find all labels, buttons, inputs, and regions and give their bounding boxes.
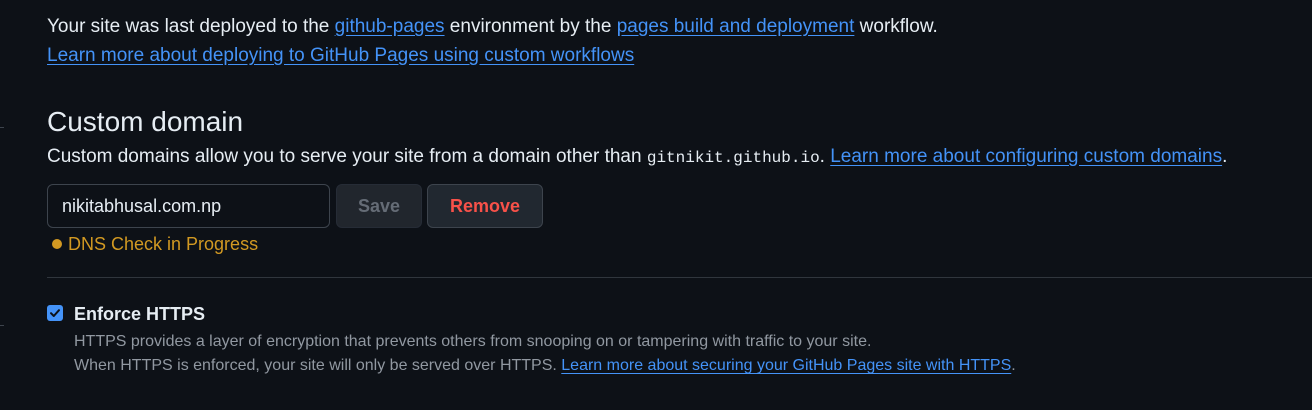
deployment-learn-more-line: Learn more about deploying to GitHub Pag… <box>47 41 938 70</box>
deployment-middle-text: environment by the <box>444 16 617 37</box>
pages-settings-panel: Your site was last deployed to the githu… <box>0 0 1312 410</box>
learn-more-custom-workflows-link[interactable]: Learn more about deploying to GitHub Pag… <box>47 45 634 66</box>
custom-domain-input[interactable] <box>47 184 330 228</box>
https-description: HTTPS provides a layer of encryption tha… <box>74 330 1016 378</box>
check-icon <box>50 309 60 317</box>
edge-tick <box>0 325 4 326</box>
https-trailing-period: . <box>1011 357 1016 374</box>
deployment-info: Your site was last deployed to the githu… <box>47 12 938 70</box>
custom-domain-description-text: Custom domains allow you to serve your s… <box>47 146 647 167</box>
deployment-suffix-text: workflow. <box>854 16 938 37</box>
remove-button[interactable]: Remove <box>427 184 543 228</box>
default-domain-code: gitnikit.github.io <box>646 149 820 167</box>
enforce-https-checkbox[interactable] <box>47 305 63 321</box>
dns-status-text: DNS Check in Progress <box>68 233 259 254</box>
dns-check-status: DNS Check in Progress <box>52 231 258 257</box>
save-button[interactable]: Save <box>336 184 422 228</box>
custom-domain-trailing-period: . <box>1222 146 1228 167</box>
deployment-line: Your site was last deployed to the githu… <box>47 12 938 41</box>
https-desc-line2-text: When HTTPS is enforced, your site will o… <box>74 357 562 374</box>
https-desc-line1: HTTPS provides a layer of encryption tha… <box>74 333 872 350</box>
edge-tick <box>0 127 4 128</box>
section-divider <box>47 277 1312 278</box>
custom-domain-description-end: . <box>819 146 831 167</box>
learn-more-https-link[interactable]: Learn more about securing your GitHub Pa… <box>561 357 1011 374</box>
custom-domain-title: Custom domain <box>47 106 244 137</box>
https-desc-line2: When HTTPS is enforced, your site will o… <box>74 354 1016 378</box>
custom-domain-description: Custom domains allow you to serve your s… <box>47 143 1227 172</box>
enforce-https-label[interactable]: Enforce HTTPS <box>74 302 205 326</box>
pages-workflow-link[interactable]: pages build and deployment <box>617 16 855 37</box>
deployment-prefix-text: Your site was last deployed to the <box>47 16 335 37</box>
status-dot-icon <box>52 239 62 249</box>
learn-more-custom-domains-link[interactable]: Learn more about configuring custom doma… <box>830 146 1222 167</box>
github-pages-environment-link[interactable]: github-pages <box>335 16 445 37</box>
